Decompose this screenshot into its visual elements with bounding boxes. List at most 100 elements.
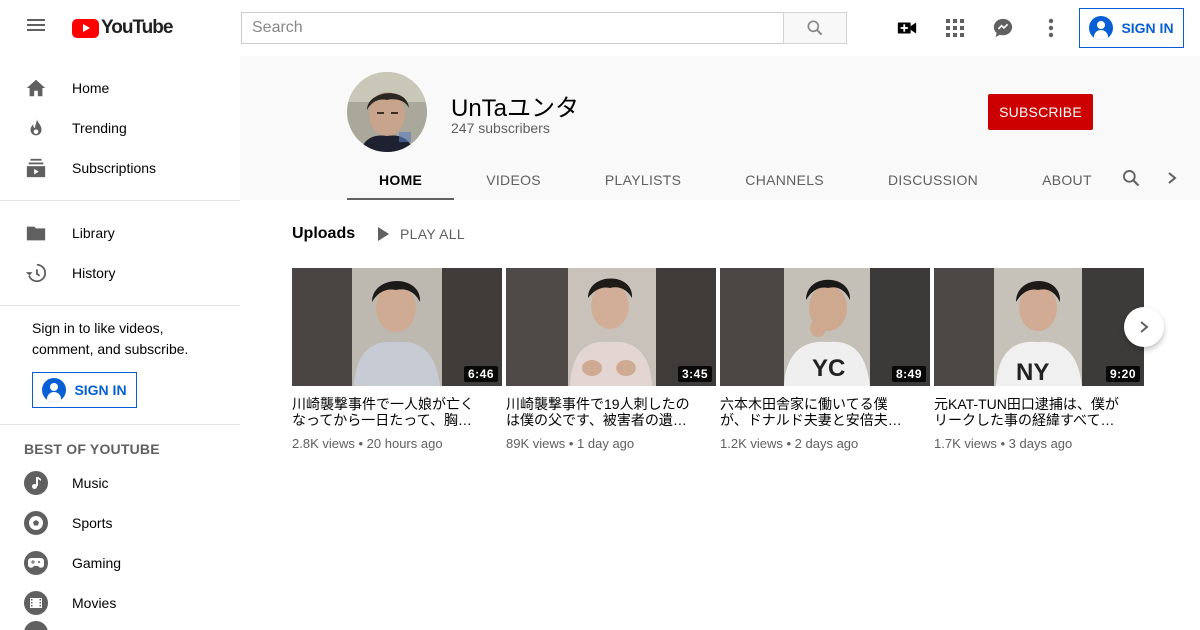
svg-text:YC: YC xyxy=(812,355,845,382)
tab-home[interactable]: HOME xyxy=(347,160,455,201)
sign-in-label: SIGN IN xyxy=(1121,20,1174,36)
video-title[interactable]: 元KAT-TUN田口逮捕は、僕がリークした事の経緯すべて… xyxy=(934,396,1144,428)
youtube-logo[interactable]: YouTube xyxy=(72,17,173,38)
channel-avatar[interactable] xyxy=(347,72,427,152)
video-thumbnail[interactable]: 6:46 xyxy=(292,268,502,386)
upload-age: 20 hours ago xyxy=(366,436,443,451)
account-icon xyxy=(1089,16,1114,40)
youtube-play-logo-icon xyxy=(72,18,99,38)
sidebar-item-label: Trending xyxy=(72,120,127,136)
sidebar-item-subscriptions[interactable]: Subscriptions xyxy=(0,148,240,188)
sports-icon xyxy=(24,511,48,535)
channel-header: UnTaユンタ 247 subscribers SUBSCRIBE HOME V… xyxy=(240,56,1200,201)
more-category-icon xyxy=(24,621,48,630)
gaming-icon xyxy=(24,551,48,575)
video-meta: 2.8K views • 20 hours ago xyxy=(292,436,443,451)
sidebar-item-trending[interactable]: Trending xyxy=(0,108,240,148)
tabs-next-chevron-icon[interactable] xyxy=(1160,166,1184,190)
view-count: 1.7K views xyxy=(934,436,997,451)
sidebar-item-label: History xyxy=(72,265,116,281)
search-button[interactable] xyxy=(783,12,847,44)
search-input[interactable] xyxy=(241,12,783,44)
music-icon xyxy=(24,471,48,495)
channel-search-icon[interactable] xyxy=(1119,166,1143,190)
video-meta: 89K views • 1 day ago xyxy=(506,436,635,451)
channel-content: Uploads PLAY ALL 6:46 川崎襲撃事件で一人娘が亡くなってから… xyxy=(240,200,1200,630)
upload-age: 2 days ago xyxy=(794,436,859,451)
subscribe-button[interactable]: SUBSCRIBE xyxy=(988,94,1093,130)
video-thumbnail[interactable]: YC 8:49 xyxy=(720,268,930,386)
sidebar-item-movies[interactable]: Movies xyxy=(0,583,240,623)
play-icon xyxy=(378,227,389,241)
video-thumbnail[interactable]: 3:45 xyxy=(506,268,716,386)
sidebar-item-sports[interactable]: Sports xyxy=(0,503,240,543)
search-icon xyxy=(807,20,823,36)
video-title[interactable]: 川崎襲撃事件で一人娘が亡くなってから一日たって、胸… xyxy=(292,396,502,428)
view-count: 89K views xyxy=(506,436,566,451)
logo-text: YouTube xyxy=(101,17,173,38)
search-bar xyxy=(241,12,847,44)
home-icon xyxy=(24,76,48,100)
video-card[interactable]: YC 8:49 六本木田舎家に働いてる僕が、ドナルド夫妻と安倍夫… 1.2K v… xyxy=(720,268,930,451)
sign-in-button[interactable]: SIGN IN xyxy=(1079,8,1184,48)
trending-icon xyxy=(24,116,48,140)
sidebar-item-music[interactable]: Music xyxy=(0,463,240,503)
sidebar-item-home[interactable]: Home xyxy=(0,68,240,108)
history-icon xyxy=(24,261,48,285)
video-duration: 3:45 xyxy=(677,366,712,382)
sidebar-item-label: Gaming xyxy=(72,555,122,571)
video-camera-icon[interactable] xyxy=(895,16,919,40)
play-all-button[interactable]: PLAY ALL xyxy=(376,222,465,246)
sidebar-item-partial xyxy=(0,621,240,630)
channel-tabs: HOME VIDEOS PLAYLISTS CHANNELS DISCUSSIO… xyxy=(347,160,1124,201)
menu-icon[interactable] xyxy=(24,16,48,40)
video-title[interactable]: 川崎襲撃事件で19人刺したのは僕の父です、被害者の遺… xyxy=(506,396,716,428)
tab-channels[interactable]: CHANNELS xyxy=(713,160,856,200)
sidebar-item-label: Subscriptions xyxy=(72,160,157,176)
sign-in-label: SIGN IN xyxy=(74,382,127,398)
sidebar-item-label: Sports xyxy=(72,515,113,531)
subscriptions-icon xyxy=(24,156,48,180)
sidebar-item-gaming[interactable]: Gaming xyxy=(0,543,240,583)
subscriber-count: 247 subscribers xyxy=(451,120,550,136)
tab-playlists[interactable]: PLAYLISTS xyxy=(573,160,713,200)
sidebar-sign-in-button[interactable]: SIGN IN xyxy=(32,372,137,408)
tab-discussion[interactable]: DISCUSSION xyxy=(856,160,1010,200)
video-title[interactable]: 六本木田舎家に働いてる僕が、ドナルド夫妻と安倍夫… xyxy=(720,396,930,428)
video-meta: 1.2K views • 2 days ago xyxy=(720,436,859,451)
shelf-next-button[interactable] xyxy=(1124,307,1164,347)
upload-age: 3 days ago xyxy=(1008,436,1073,451)
video-duration: 8:49 xyxy=(891,366,926,382)
tab-about[interactable]: ABOUT xyxy=(1010,160,1124,200)
uploads-heading[interactable]: Uploads xyxy=(292,225,355,243)
folder-icon xyxy=(24,221,48,245)
uploads-shelf: 6:46 川崎襲撃事件で一人娘が亡くなってから一日たって、胸… 2.8K vie… xyxy=(292,268,1144,468)
sign-in-prompt: Sign in to like videos, comment, and sub… xyxy=(32,320,189,357)
video-meta: 1.7K views • 3 days ago xyxy=(934,436,1073,451)
video-thumbnail[interactable]: NY 9:20 xyxy=(934,268,1144,386)
messages-icon[interactable] xyxy=(991,16,1015,40)
top-bar: YouTube SIGN IN xyxy=(0,0,1200,56)
account-icon xyxy=(42,378,67,402)
video-card[interactable]: 3:45 川崎襲撃事件で19人刺したのは僕の父です、被害者の遺… 89K vie… xyxy=(506,268,716,451)
chevron-right-icon xyxy=(1140,321,1149,333)
sidebar-item-label: Music xyxy=(72,475,109,491)
best-of-youtube-heading: BEST OF YOUTUBE xyxy=(24,441,160,457)
sidebar-item-history[interactable]: History xyxy=(0,253,240,293)
sidebar-item-label: Library xyxy=(72,225,115,241)
video-card[interactable]: 6:46 川崎襲撃事件で一人娘が亡くなってから一日たって、胸… 2.8K vie… xyxy=(292,268,502,451)
more-vert-icon[interactable] xyxy=(1039,16,1063,40)
sidebar-divider xyxy=(0,305,240,306)
play-all-label: PLAY ALL xyxy=(400,226,465,242)
sidebar-divider xyxy=(0,424,240,425)
tab-videos[interactable]: VIDEOS xyxy=(454,160,573,200)
video-card[interactable]: NY 9:20 元KAT-TUN田口逮捕は、僕がリークした事の経緯すべて… 1.… xyxy=(934,268,1144,451)
sidebar-item-label: Movies xyxy=(72,595,117,611)
video-duration: 6:46 xyxy=(463,366,498,382)
channel-name: UnTaユンタ xyxy=(451,95,580,122)
apps-icon[interactable] xyxy=(943,16,967,40)
sidebar-item-library[interactable]: Library xyxy=(0,213,240,253)
movies-icon xyxy=(24,591,48,615)
view-count: 2.8K views xyxy=(292,436,355,451)
sidebar: Home Trending Subscriptions Library Hist… xyxy=(0,56,240,630)
